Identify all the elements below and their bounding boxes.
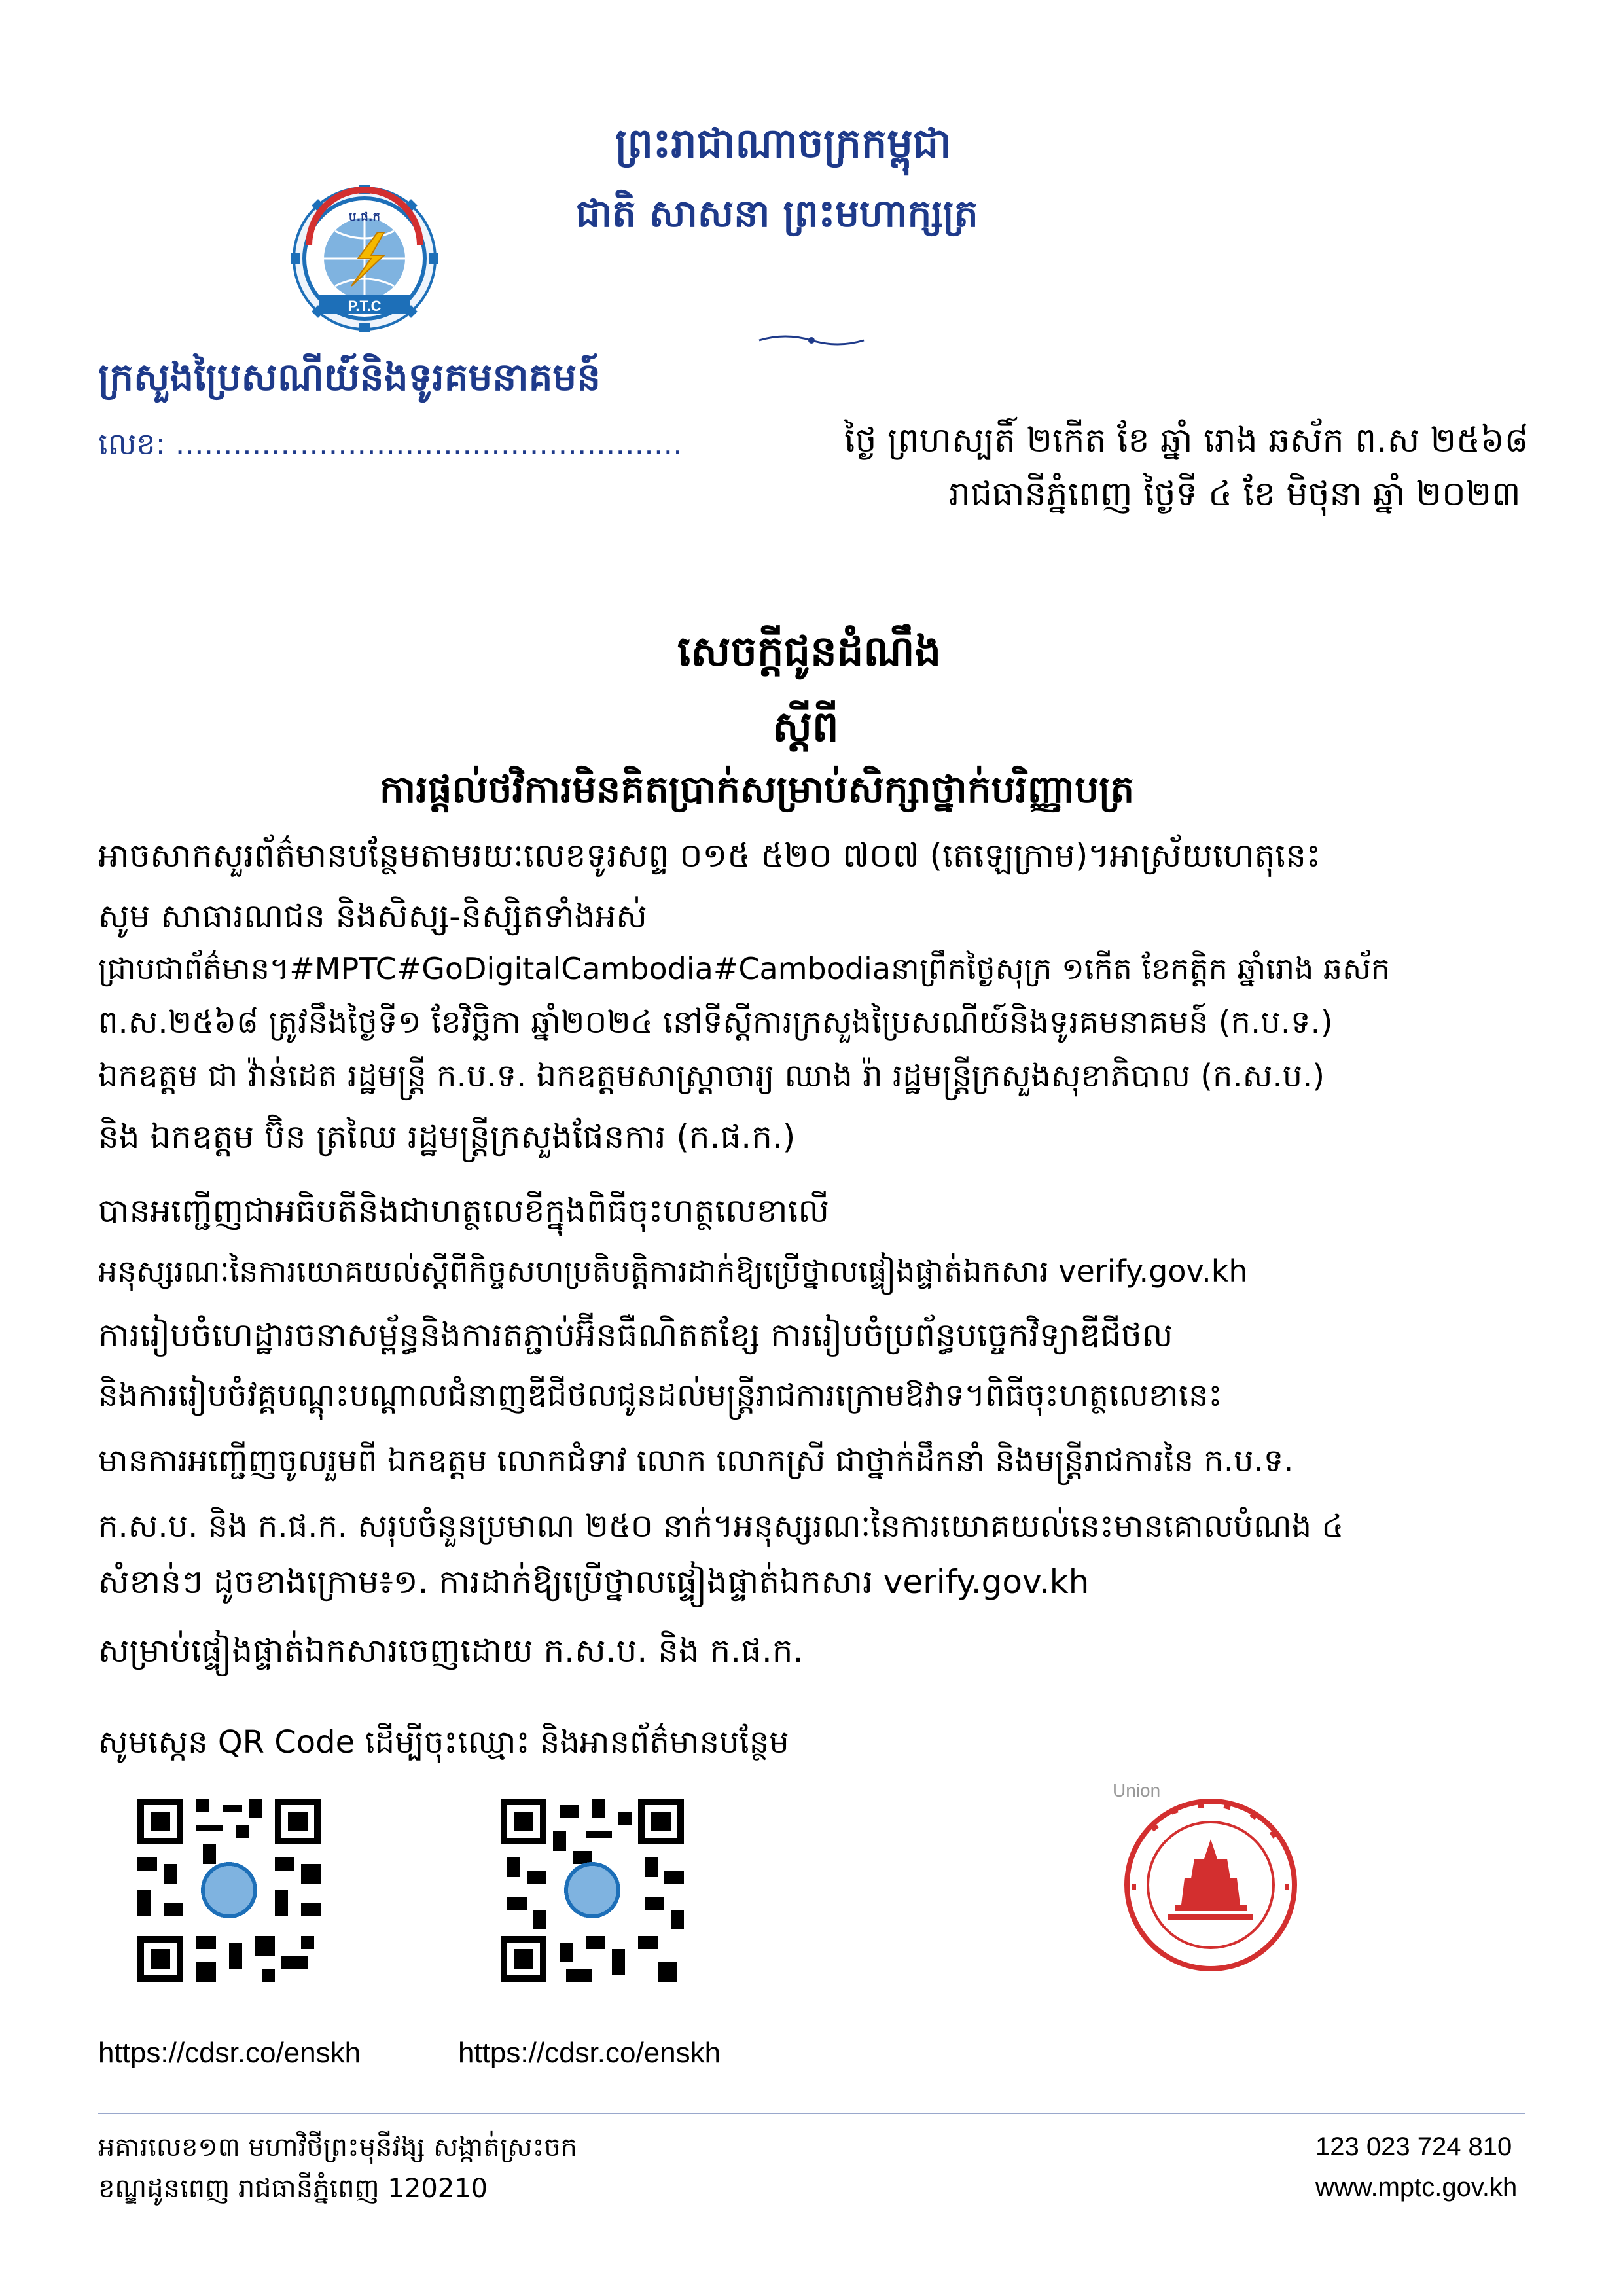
footer-address-line-2: ខណ្ឌដូនពេញ រាជធានីភ្នំពេញ 120210 bbox=[98, 2174, 488, 2204]
registration-link-1[interactable]: https://cdsr.co/enskh bbox=[98, 2037, 361, 2070]
footer-phone: 123 023 724 810 bbox=[1315, 2132, 1512, 2161]
qr-code-1[interactable] bbox=[131, 1792, 327, 1988]
ornament-divider bbox=[746, 327, 877, 353]
body-line: ឯកឧត្តម ជា វ៉ាន់ដេត រដ្ឋមន្រ្តី ក.ប.ទ. ឯ… bbox=[98, 1058, 1325, 1094]
footer-website[interactable]: www.mptc.gov.kh bbox=[1315, 2173, 1517, 2202]
reference-number: លេខ: ...................................… bbox=[98, 426, 683, 461]
registration-link-2[interactable]: https://cdsr.co/enskh bbox=[458, 2037, 721, 2070]
logo-top-text: ប.ផ.ក bbox=[349, 210, 380, 224]
body-line: មានការអញ្ជើញចូលរួមពី ឯកឧត្តម លោកជំទាវ លោ… bbox=[98, 1443, 1294, 1479]
body-line: និងការរៀបចំវគ្គបណ្តុះបណ្តាលជំនាញឌីជីថលជូ… bbox=[98, 1377, 1222, 1414]
footer-address-line-1: អគារលេខ១៣ មហាវិថីព្រះមុនីវង្ស សង្កាត់ស្រ… bbox=[98, 2132, 578, 2162]
ministry-logo: P.T.C ប.ផ.ក bbox=[252, 180, 478, 337]
city-date: រាជធានីភ្នំពេញ ថ្ងៃទី ៤ ខែ មិថុនា ឆ្នាំ … bbox=[949, 475, 1521, 514]
notice-subject: ការផ្តល់ថវិការមិនគិតប្រាក់សម្រាប់សិក្សាថ… bbox=[380, 767, 1135, 812]
official-stamp: Union bbox=[1113, 1780, 1309, 1977]
notice-subject-label: ស្តីពី bbox=[772, 703, 839, 751]
body-line: សូម សាធារណជន និងសិស្ស-និស្សិតទាំងអស់ bbox=[98, 897, 647, 935]
body-line: ព.ស.២៥៦៨ ត្រូវនឹងថ្ងៃទី១ ខែវិច្ឆិកា ឆ្នា… bbox=[98, 1004, 1333, 1041]
body-line: សម្រាប់ផ្ទៀងផ្ទាត់ឯកសារចេញដោយ ក.ស.ប. និង… bbox=[98, 1632, 804, 1670]
qr-instruction: សូមស្កេន QR Code ដើម្បីចុះឈ្មោះ និងអានព័… bbox=[98, 1724, 789, 1761]
body-line: ក.ស.ប. និង ក.ផ.ក. សរុបចំនួនប្រមាណ ២៥០ នា… bbox=[98, 1508, 1344, 1545]
qr-code-2[interactable] bbox=[494, 1792, 690, 1988]
body-line: អនុស្សរណៈនៃការយោគយល់ស្តីពីកិច្ចសហប្រតិបត… bbox=[98, 1253, 1248, 1289]
kingdom-title: ព្រះរាជាណាចក្រកម្ពុជា bbox=[615, 119, 952, 167]
body-line: អាចសាកសួរព័ត៌មានបន្ថែមតាមរយៈលេខទូរសព្ទ ០… bbox=[98, 836, 1321, 874]
stamp-watermark-text: Union bbox=[1113, 1780, 1161, 1801]
body-line: សំខាន់ៗ ដូចខាងក្រោម៖១. ការដាក់ឱ្យប្រើថ្ន… bbox=[98, 1563, 1090, 1601]
ministry-name: ក្រសួងប្រៃសណីយ៍និងទូរគមនាគមន៍ bbox=[98, 355, 601, 399]
body-line: និង ឯកឧត្តម ប៊ិន ត្រឈៃ រដ្ឋមន្ត្រីក្រសួង… bbox=[98, 1118, 796, 1156]
national-motto: ជាតិ សាសនា ព្រះមហាក្សត្រ bbox=[576, 191, 978, 236]
body-line: បានអញ្ជើញជាអធិបតីនិងជាហត្ថលេខីក្នុងពិធីច… bbox=[98, 1192, 829, 1230]
footer-divider bbox=[98, 2113, 1525, 2114]
notice-title: សេចក្តីជូនដំណឹង bbox=[677, 628, 942, 676]
body-line: ជ្រាបជាព័ត៌មាន។#MPTC#GoDigitalCambodia#C… bbox=[98, 951, 1391, 986]
body-line: ការរៀបចំហេដ្ឋារចនាសម្ព័ន្ធនិងការតភ្ជាប់អ… bbox=[98, 1316, 1173, 1354]
lunar-date: ថ្ងៃ ព្រហស្បតិ៍ ២កើត ខែ ឆ្នាំ រោង ឆស័ក ព… bbox=[844, 421, 1529, 460]
logo-text: P.T.C bbox=[348, 298, 382, 314]
